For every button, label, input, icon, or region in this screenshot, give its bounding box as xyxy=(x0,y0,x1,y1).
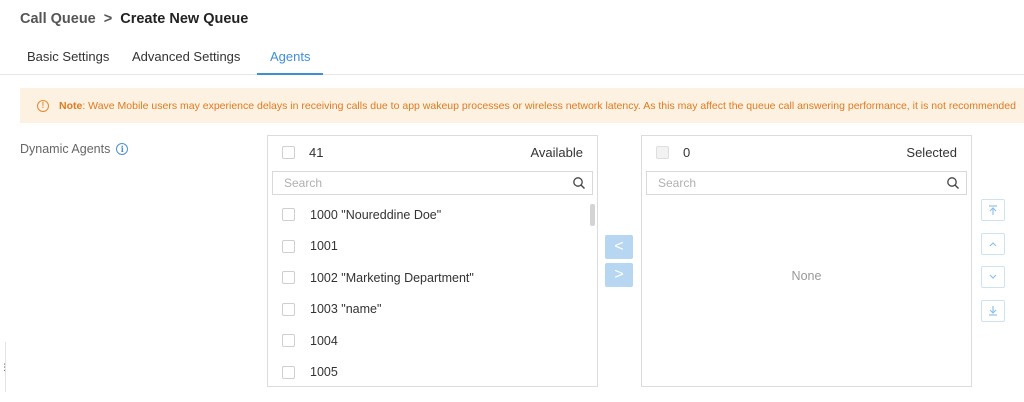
list-item[interactable]: 1000 "Noureddine Doe" xyxy=(268,199,597,231)
tab-bar: Basic Settings Advanced Settings Agents xyxy=(0,40,1024,75)
available-search-input[interactable] xyxy=(284,176,572,190)
available-count: 41 xyxy=(309,145,324,160)
list-scrollbar[interactable] xyxy=(590,204,595,226)
agent-checkbox[interactable] xyxy=(282,271,295,285)
agent-label: 1004 xyxy=(310,333,338,348)
selected-search-box xyxy=(646,171,967,195)
empty-state-text: None xyxy=(791,269,822,283)
agent-label: 1000 "Noureddine Doe" xyxy=(310,207,442,222)
move-to-top-icon[interactable] xyxy=(981,199,1005,221)
agent-checkbox[interactable] xyxy=(282,334,295,348)
available-panel-header: 41 Available xyxy=(268,136,597,169)
list-item[interactable]: 1002 "Marketing Department" xyxy=(268,262,597,294)
agent-checkbox[interactable] xyxy=(282,208,295,222)
breadcrumb: Call Queue > Create New Queue xyxy=(20,11,248,27)
tab-advanced-settings[interactable]: Advanced Settings xyxy=(132,40,240,75)
list-item[interactable]: 1005 xyxy=(268,357,597,385)
select-all-selected-checkbox[interactable] xyxy=(656,146,669,159)
selected-search-input[interactable] xyxy=(658,176,946,190)
tab-agents[interactable]: Agents xyxy=(257,40,324,75)
search-icon[interactable] xyxy=(572,176,586,190)
list-item[interactable]: 1003 "name" xyxy=(268,294,597,326)
selected-count: 0 xyxy=(683,145,691,160)
note-text: : Wave Mobile users may experience delay… xyxy=(82,99,1016,112)
list-item[interactable]: 1004 xyxy=(268,325,597,357)
latency-note-banner: ! Note : Wave Mobile users may experienc… xyxy=(20,88,1024,123)
move-left-button[interactable]: < xyxy=(605,235,633,259)
list-item[interactable]: 1001 xyxy=(268,231,597,263)
dynamic-agents-label-text: Dynamic Agents xyxy=(20,142,111,156)
agent-label: 1005 xyxy=(310,365,338,380)
agent-label: 1003 "name" xyxy=(310,302,382,317)
note-label: Note xyxy=(59,99,83,112)
available-search-box xyxy=(272,171,593,195)
selected-agents-panel: 0 Selected None xyxy=(641,135,972,387)
agent-label: 1001 xyxy=(310,239,338,254)
agent-checkbox[interactable] xyxy=(282,302,295,316)
move-right-button[interactable]: > xyxy=(605,263,633,287)
page-title: Create New Queue xyxy=(120,11,249,27)
selected-panel-header: 0 Selected xyxy=(642,136,971,169)
move-up-icon[interactable] xyxy=(981,233,1005,255)
available-agents-list: 1000 "Noureddine Doe" 1001 1002 "Marketi… xyxy=(268,199,597,384)
available-agents-panel: 41 Available 1000 "Noureddine Doe" 1001 … xyxy=(267,135,598,387)
available-title: Available xyxy=(530,145,583,160)
select-all-available-checkbox[interactable] xyxy=(282,146,295,159)
search-icon[interactable] xyxy=(946,176,960,190)
drag-handle-icon[interactable]: ⋮ xyxy=(0,362,9,373)
agent-label: 1002 "Marketing Department" xyxy=(310,270,474,285)
agent-checkbox[interactable] xyxy=(282,239,295,253)
move-to-bottom-icon[interactable] xyxy=(981,300,1005,322)
dynamic-agents-label: Dynamic Agents i xyxy=(20,142,129,156)
tab-basic-settings[interactable]: Basic Settings xyxy=(27,40,109,75)
breadcrumb-separator: > xyxy=(103,11,113,27)
breadcrumb-parent[interactable]: Call Queue xyxy=(20,11,96,27)
agent-checkbox[interactable] xyxy=(282,365,295,379)
info-icon[interactable]: i xyxy=(116,143,129,155)
move-down-icon[interactable] xyxy=(981,266,1005,288)
warning-icon: ! xyxy=(37,99,49,112)
selected-title: Selected xyxy=(906,145,957,160)
